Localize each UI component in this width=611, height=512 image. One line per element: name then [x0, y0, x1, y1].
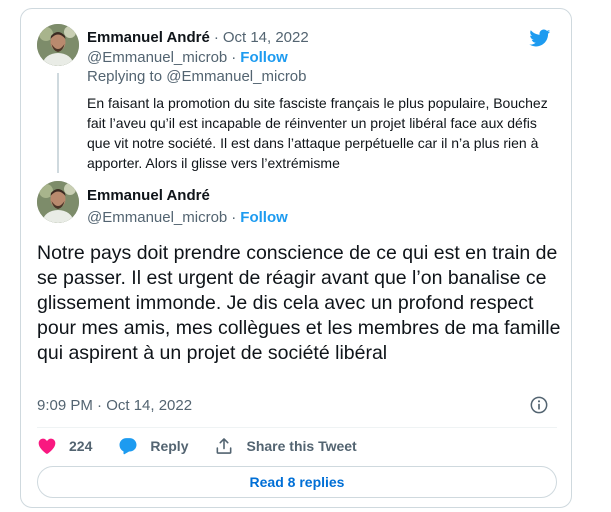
share-label: Share this Tweet [246, 438, 357, 454]
twitter-bird-icon[interactable] [527, 27, 552, 49]
share-upload-icon [217, 438, 232, 454]
quoted-tweet-handle-row: @Emmanuel_microb · Follow [87, 47, 288, 67]
replying-prefix: Replying to [87, 68, 163, 85]
tweet-date[interactable]: Oct 14, 2022 [223, 29, 309, 46]
heart-icon [38, 438, 56, 454]
share-button[interactable]: Share this Tweet [214, 436, 357, 456]
separator: · [231, 208, 237, 226]
main-tweet-handle-row: @Emmanuel_microb · Follow [87, 207, 288, 227]
main-tweet-text: Notre pays doit prendre conscience de ce… [37, 242, 561, 364]
info-icon[interactable] [529, 395, 549, 415]
separator: · [231, 48, 237, 66]
tweet-embed-card: Emmanuel André · Oct 14, 2022 @Emmanuel_… [20, 8, 572, 508]
speech-bubble-icon [119, 438, 137, 455]
like-button[interactable]: 224 [37, 436, 92, 456]
replying-to-mention[interactable]: @Emmanuel_microb [166, 68, 306, 85]
read-replies-button[interactable]: Read 8 replies [37, 466, 557, 498]
author-handle[interactable]: @Emmanuel_microb [87, 209, 227, 226]
divider [37, 427, 557, 428]
separator: · [213, 28, 219, 46]
like-count: 224 [69, 438, 93, 454]
author-name[interactable]: Emmanuel André [87, 29, 210, 46]
avatar[interactable] [37, 181, 79, 223]
avatar[interactable] [37, 24, 79, 66]
author-handle[interactable]: @Emmanuel_microb [87, 49, 227, 66]
avatar-photo [37, 24, 79, 66]
thread-line [57, 73, 59, 173]
tweet-timestamp[interactable]: 9:09 PM · Oct 14, 2022 [37, 397, 192, 414]
reply-label: Reply [150, 438, 189, 454]
avatar-photo [37, 181, 79, 223]
follow-button[interactable]: Follow [240, 49, 288, 66]
quoted-tweet-header: Emmanuel André · Oct 14, 2022 [87, 27, 309, 47]
reply-button[interactable]: Reply [118, 436, 188, 456]
quoted-tweet-text: En faisant la promotion du site fasciste… [87, 95, 548, 171]
replying-to: Replying to @Emmanuel_microb [87, 68, 307, 85]
follow-button[interactable]: Follow [240, 209, 288, 226]
action-bar: 224 Reply Share this Tweet [37, 434, 357, 458]
author-name[interactable]: Emmanuel André [87, 187, 210, 204]
main-tweet-header: Emmanuel André [87, 185, 210, 205]
